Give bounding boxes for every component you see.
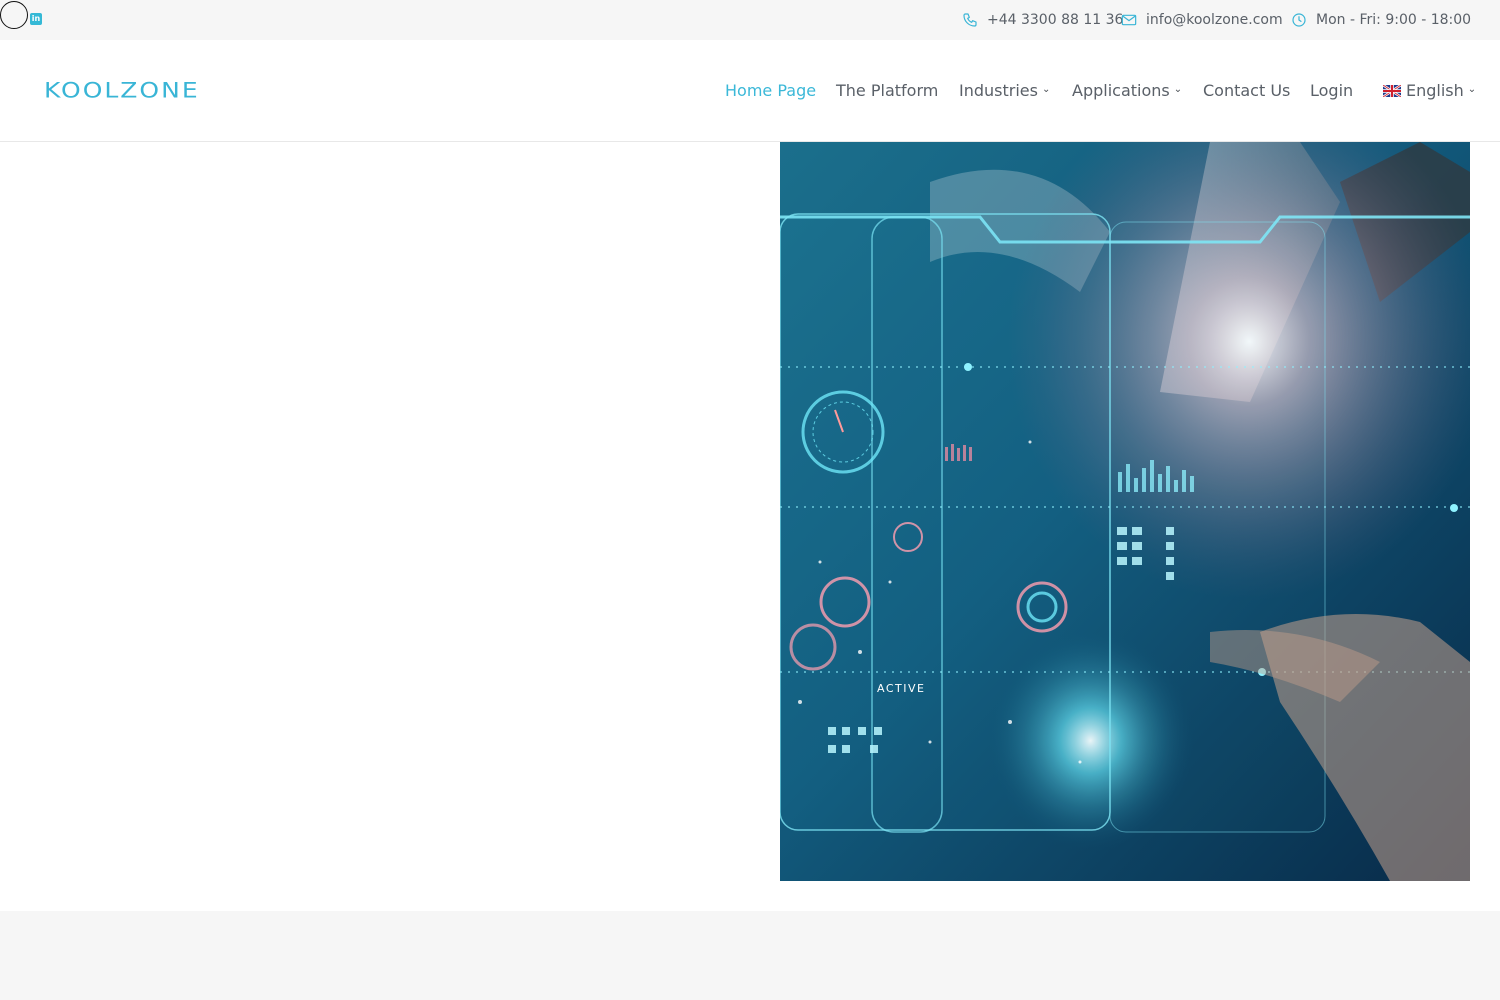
phone-icon xyxy=(963,13,977,27)
hero-image: ACTIVE xyxy=(780,142,1470,881)
business-hours: Mon - Fri: 9:00 - 18:00 xyxy=(1291,0,1471,40)
logo[interactable]: KOOLZONE xyxy=(44,78,200,103)
email-address: info@koolzone.com xyxy=(1146,12,1283,28)
contact-phone[interactable]: +44 3300 88 11 36 xyxy=(962,0,1123,40)
nav-link-applications[interactable]: Applications xyxy=(1072,81,1170,100)
cursor-ring xyxy=(0,1,28,29)
clock-icon xyxy=(1292,13,1306,27)
footer-band xyxy=(0,911,1500,1000)
nav-item-applications[interactable]: Applications ⌄ xyxy=(1072,40,1182,141)
top-bar: in +44 3300 88 11 36 info@koolzone.com M… xyxy=(0,0,1500,40)
nav-item-home[interactable]: Home Page xyxy=(725,40,816,141)
nav-item-contact[interactable]: Contact Us xyxy=(1203,40,1290,141)
nav-link-industries[interactable]: Industries xyxy=(959,81,1038,100)
mail-icon xyxy=(1121,14,1137,26)
chevron-down-icon: ⌄ xyxy=(1173,84,1183,95)
linkedin-icon[interactable]: in xyxy=(30,13,42,25)
nav-link-login[interactable]: Login xyxy=(1310,81,1353,100)
hours-text: Mon - Fri: 9:00 - 18:00 xyxy=(1316,12,1472,28)
uk-flag-icon xyxy=(1383,84,1401,97)
nav-item-platform[interactable]: The Platform xyxy=(836,40,938,141)
nav-link-contact[interactable]: Contact Us xyxy=(1203,81,1290,100)
hero-illustration: ACTIVE xyxy=(780,142,1470,881)
language-selector[interactable]: English ⌄ xyxy=(1383,40,1476,141)
site-header: KOOLZONE Home Page The Platform Industri… xyxy=(0,40,1500,142)
chevron-down-icon: ⌄ xyxy=(1467,84,1477,95)
nav-link-platform[interactable]: The Platform xyxy=(836,81,938,100)
nav-item-industries[interactable]: Industries ⌄ xyxy=(959,40,1050,141)
nav-link-home[interactable]: Home Page xyxy=(725,81,816,100)
phone-number: +44 3300 88 11 36 xyxy=(987,12,1124,28)
chevron-down-icon: ⌄ xyxy=(1041,84,1051,95)
language-label[interactable]: English xyxy=(1406,81,1464,100)
contact-email[interactable]: info@koolzone.com xyxy=(1121,0,1283,40)
hero-active-label: ACTIVE xyxy=(877,682,925,695)
nav-item-login[interactable]: Login xyxy=(1310,40,1353,141)
